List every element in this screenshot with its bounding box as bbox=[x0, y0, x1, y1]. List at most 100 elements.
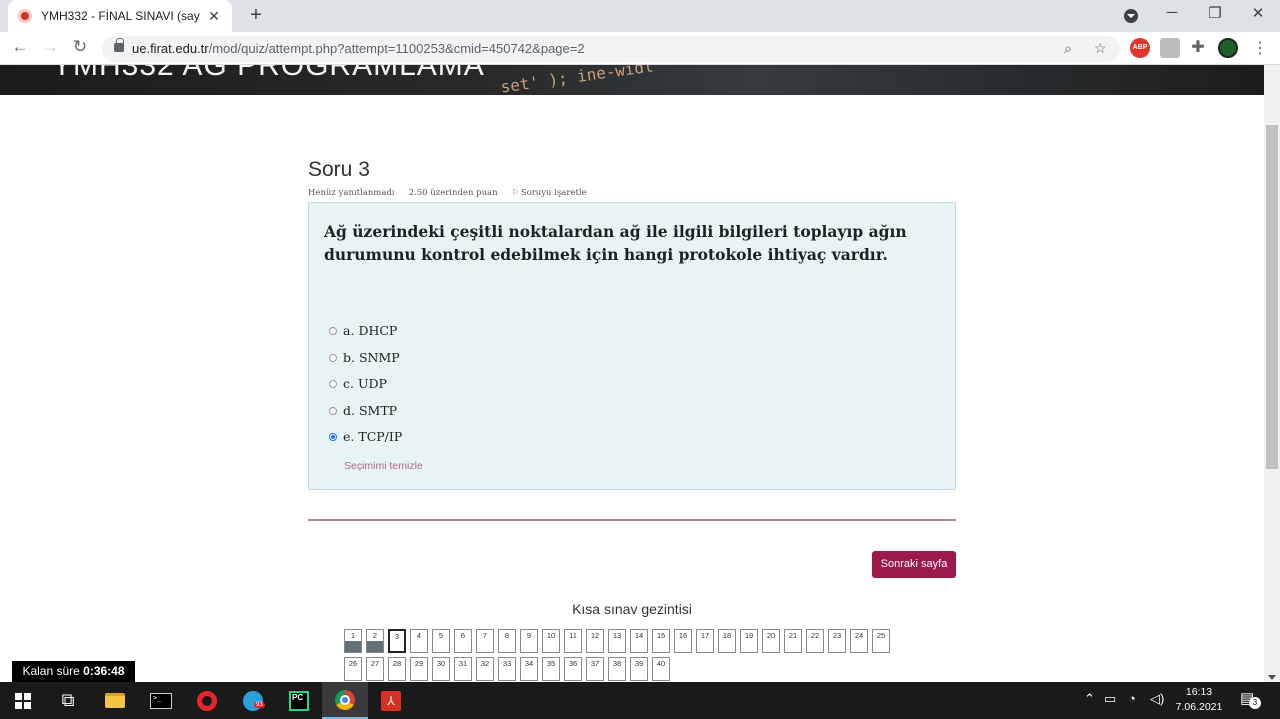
extension-icon[interactable] bbox=[1160, 38, 1180, 58]
windows-logo-icon bbox=[15, 692, 31, 709]
quiz-navigation-grid: 1 2 3 4 5 6 7 8 9 10 11 12 13 14 15 16 17 18 19 20 21 22 23 24 2… bbox=[344, 629, 914, 685]
quiz-nav-question-24[interactable]: 24 bbox=[850, 629, 868, 653]
console-icon: >_ bbox=[150, 692, 172, 709]
opera-icon bbox=[197, 690, 217, 711]
quiz-nav-question-12[interactable]: 12 bbox=[586, 629, 604, 653]
tab-search-icon[interactable] bbox=[1124, 9, 1138, 23]
question-title: Soru 3 bbox=[308, 158, 370, 181]
quiz-nav-question-18[interactable]: 18 bbox=[718, 629, 736, 653]
quiz-nav-question-9[interactable]: 9 bbox=[520, 629, 538, 653]
reload-button[interactable]: ↻ bbox=[68, 37, 92, 57]
quiz-nav-question-6[interactable]: 6 bbox=[454, 629, 472, 653]
quiz-nav-question-35[interactable]: 35 bbox=[542, 657, 560, 681]
quiz-nav-question-14[interactable]: 14 bbox=[630, 629, 648, 653]
quiz-nav-question-22[interactable]: 22 bbox=[806, 629, 824, 653]
quiz-nav-question-19[interactable]: 19 bbox=[740, 629, 758, 653]
quiz-nav-question-36[interactable]: 36 bbox=[564, 657, 582, 681]
back-button[interactable]: ← bbox=[8, 37, 32, 57]
quiz-nav-question-2[interactable]: 2 bbox=[366, 629, 384, 653]
browser-tab[interactable]: YMH332 - FİNAL SINAVI (sayfa 3 ✕ bbox=[8, 0, 232, 32]
quiz-nav-question-34[interactable]: 34 bbox=[520, 657, 538, 681]
quiz-nav-question-28[interactable]: 28 bbox=[388, 657, 406, 681]
answer-option-b[interactable]: b. SNMP bbox=[329, 350, 400, 365]
extensions-puzzle-icon[interactable]: ✚ bbox=[1188, 38, 1208, 58]
quiz-nav-question-33[interactable]: 33 bbox=[498, 657, 516, 681]
quiz-nav-question-23[interactable]: 23 bbox=[828, 629, 846, 653]
wifi-icon[interactable]: ◔ bbox=[1128, 691, 1136, 706]
quiz-nav-question-32[interactable]: 32 bbox=[476, 657, 494, 681]
question-meta: Henüz yanıtlanmadı 2.50 üzerinden puan ⚐… bbox=[308, 188, 587, 198]
quiz-nav-question-27[interactable]: 27 bbox=[366, 657, 384, 681]
restore-button[interactable]: ❐ bbox=[1203, 4, 1227, 22]
quiz-nav-question-3[interactable]: 3 bbox=[388, 629, 406, 653]
radio-option-d[interactable] bbox=[329, 406, 337, 415]
scroll-down-arrow-icon[interactable] bbox=[1268, 675, 1276, 680]
quiz-nav-question-16[interactable]: 16 bbox=[674, 629, 692, 653]
profile-avatar[interactable] bbox=[1218, 38, 1238, 58]
quiz-nav-question-21[interactable]: 21 bbox=[784, 629, 802, 653]
browser-toolbar: ← → ↻ ue.firat.edu.tr/mod/quiz/attempt.p… bbox=[0, 32, 1280, 65]
quiz-nav-question-10[interactable]: 10 bbox=[542, 629, 560, 653]
clear-choice-link[interactable]: Seçimimi temizle bbox=[344, 460, 423, 472]
taskbar-clock[interactable]: 16:13 7.06.2021 bbox=[1170, 685, 1228, 715]
lock-icon[interactable] bbox=[114, 38, 124, 52]
quiz-nav-question-8[interactable]: 8 bbox=[498, 629, 516, 653]
quiz-nav-question-5[interactable]: 5 bbox=[432, 629, 450, 653]
next-page-button[interactable]: Sonraki sayfa bbox=[872, 551, 956, 578]
chrome-button[interactable] bbox=[322, 682, 368, 719]
radio-option-e[interactable] bbox=[329, 432, 337, 441]
minimize-button[interactable]: ─ bbox=[1160, 4, 1184, 21]
quiz-nav-question-37[interactable]: 37 bbox=[586, 657, 604, 681]
answer-option-a[interactable]: a. DHCP bbox=[329, 323, 397, 338]
start-button[interactable] bbox=[0, 682, 46, 719]
quiz-nav-question-17[interactable]: 17 bbox=[696, 629, 714, 653]
answer-option-e[interactable]: e. TCP/IP bbox=[329, 429, 402, 444]
quiz-nav-question-7[interactable]: 7 bbox=[476, 629, 494, 653]
answer-option-d[interactable]: d. SMTP bbox=[329, 403, 397, 418]
browser-menu-icon[interactable]: ⋮ bbox=[1252, 38, 1268, 58]
quiz-nav-question-11[interactable]: 11 bbox=[564, 629, 582, 653]
quiz-nav-question-20[interactable]: 20 bbox=[762, 629, 780, 653]
terminal-button[interactable]: >_ bbox=[138, 682, 184, 719]
quiz-nav-question-30[interactable]: 30 bbox=[432, 657, 450, 681]
new-tab-button[interactable]: + bbox=[244, 4, 268, 27]
quiz-nav-question-38[interactable]: 38 bbox=[608, 657, 626, 681]
answer-option-c[interactable]: c. UDP bbox=[329, 376, 387, 391]
file-explorer-button[interactable] bbox=[92, 682, 138, 719]
quiz-nav-question-39[interactable]: 39 bbox=[630, 657, 648, 681]
flag-question-link[interactable]: ⚐ Soruyu işaretle bbox=[512, 188, 587, 198]
course-banner: YMH332 AĞ PROGRAMLAMA set' ); ine-widt bbox=[0, 65, 1264, 95]
quiz-nav-question-31[interactable]: 31 bbox=[454, 657, 472, 681]
quiz-nav-question-25[interactable]: 25 bbox=[872, 629, 890, 653]
forward-button[interactable]: → bbox=[38, 37, 62, 57]
quiz-nav-question-4[interactable]: 4 bbox=[410, 629, 428, 653]
bookmark-star-icon[interactable]: ☆ bbox=[1094, 40, 1107, 57]
quiz-nav-question-40[interactable]: 40 bbox=[652, 657, 670, 681]
telegram-button[interactable]: 93 bbox=[230, 682, 276, 719]
radio-option-c[interactable] bbox=[329, 379, 337, 388]
quiz-nav-question-13[interactable]: 13 bbox=[608, 629, 626, 653]
task-view-button[interactable]: ⧉ bbox=[45, 682, 91, 719]
scrollbar-thumb[interactable] bbox=[1266, 125, 1278, 469]
adblock-extension-icon[interactable]: ABP bbox=[1130, 38, 1150, 58]
opera-button[interactable] bbox=[184, 682, 230, 719]
address-bar[interactable]: ue.firat.edu.tr/mod/quiz/attempt.php?att… bbox=[102, 36, 1120, 62]
page-scrollbar[interactable] bbox=[1264, 65, 1280, 682]
quiz-nav-question-26[interactable]: 26 bbox=[344, 657, 362, 681]
zoom-icon[interactable]: ⌕ bbox=[1064, 40, 1072, 57]
acrobat-button[interactable]: ⅄ bbox=[368, 682, 414, 719]
pycharm-button[interactable]: PC bbox=[276, 682, 322, 719]
quiz-nav-question-15[interactable]: 15 bbox=[652, 629, 670, 653]
remaining-time-value: 0:36:48 bbox=[83, 664, 125, 678]
quiz-nav-question-29[interactable]: 29 bbox=[410, 657, 428, 681]
close-tab-icon[interactable]: ✕ bbox=[206, 8, 222, 25]
close-window-button[interactable]: ✕ bbox=[1246, 4, 1270, 22]
notification-center-icon[interactable]: ▤ 3 bbox=[1240, 689, 1261, 709]
radio-option-b[interactable] bbox=[329, 353, 337, 362]
volume-icon[interactable]: ◁) bbox=[1150, 691, 1164, 707]
radio-option-a[interactable] bbox=[329, 326, 337, 335]
battery-icon[interactable]: ▭ bbox=[1104, 691, 1116, 707]
show-hidden-icons-icon[interactable]: ⌃ bbox=[1084, 691, 1095, 707]
quiz-nav-question-1[interactable]: 1 bbox=[344, 629, 362, 653]
chrome-icon bbox=[335, 689, 355, 710]
